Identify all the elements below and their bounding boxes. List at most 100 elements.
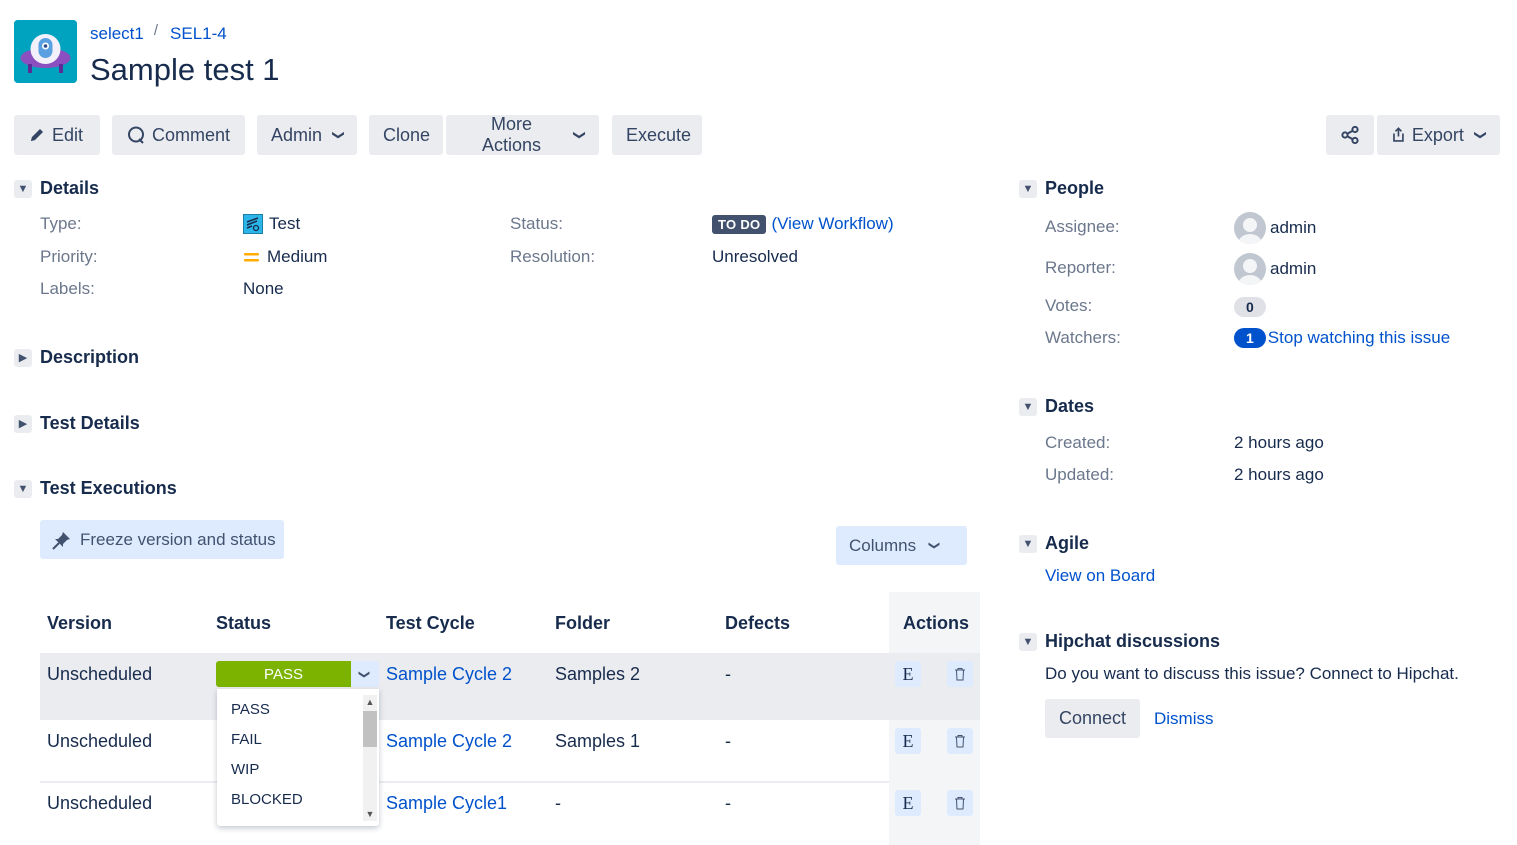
scroll-up-icon[interactable]: ▲ xyxy=(363,695,377,709)
row1-status-value[interactable]: PASS xyxy=(216,661,351,687)
reporter-value[interactable]: admin xyxy=(1234,253,1316,285)
chevron-down-icon[interactable]: ▼ xyxy=(1019,179,1037,198)
comment-label: Comment xyxy=(152,124,231,145)
columns-label: Columns xyxy=(849,535,917,555)
page-title: Sample test 1 xyxy=(90,52,280,87)
row1-status-select[interactable]: PASS ❯ xyxy=(216,661,379,687)
row1-test-cycle-link[interactable]: Sample Cycle 2 xyxy=(386,664,512,685)
status-dropdown-list[interactable]: PASS FAIL WIP BLOCKED ▲ ▼ xyxy=(217,689,379,826)
pencil-icon xyxy=(31,129,43,141)
row2-folder: Samples 1 xyxy=(555,731,641,751)
edit-button[interactable]: Edit xyxy=(14,115,100,155)
status-option-fail[interactable]: FAIL xyxy=(231,731,262,748)
status-option-pass[interactable]: PASS xyxy=(231,701,270,718)
view-on-board-link[interactable]: View on Board xyxy=(1045,566,1155,586)
row1-delete-button[interactable] xyxy=(947,661,973,687)
row1-execute-button[interactable]: E xyxy=(895,661,921,687)
row2-delete-button[interactable] xyxy=(947,728,973,754)
people-heading: People xyxy=(1045,178,1105,198)
project-avatar[interactable] xyxy=(14,20,77,83)
type-text: Test xyxy=(269,214,301,233)
priority-label: Priority: xyxy=(40,247,98,266)
dismiss-link[interactable]: Dismiss xyxy=(1154,709,1214,729)
row1-folder: Samples 2 xyxy=(555,664,641,684)
status-lozenge: TO DO xyxy=(712,214,767,234)
row2-version: Unscheduled xyxy=(47,731,153,751)
breadcrumb-project-link[interactable]: select1 xyxy=(90,24,144,44)
view-workflow-link[interactable]: (View Workflow) xyxy=(771,214,893,234)
dropdown-scrollbar[interactable]: ▲ ▼ xyxy=(363,695,377,821)
ufo-icon xyxy=(14,20,77,83)
hipchat-section-header[interactable]: ▼ Hipchat discussions xyxy=(1019,631,1220,652)
scrollbar-thumb[interactable] xyxy=(363,711,377,747)
resolution-value: Unresolved xyxy=(712,247,798,266)
priority-medium-icon xyxy=(244,253,259,262)
description-heading: Description xyxy=(40,347,140,367)
share-icon xyxy=(1341,125,1359,145)
row1-version: Unscheduled xyxy=(47,664,153,684)
chevron-down-icon: ❯ xyxy=(572,129,587,141)
status-option-blocked[interactable]: BLOCKED xyxy=(231,791,303,808)
chevron-down-icon: ❯ xyxy=(1473,129,1488,141)
resolution-label: Resolution: xyxy=(510,247,596,266)
connect-button[interactable]: Connect xyxy=(1045,699,1140,738)
votes-label: Votes: xyxy=(1045,296,1093,315)
chevron-down-icon[interactable]: ▼ xyxy=(1019,632,1037,651)
test-details-section-header[interactable]: ▶ Test Details xyxy=(14,413,140,434)
status-option-wip[interactable]: WIP xyxy=(231,761,259,778)
reporter-label: Reporter: xyxy=(1045,258,1116,277)
row3-delete-button[interactable] xyxy=(947,790,973,816)
test-executions-section-header[interactable]: ▼ Test Executions xyxy=(14,478,177,499)
votes-badge[interactable]: 0 xyxy=(1234,297,1266,317)
row3-folder: - xyxy=(555,793,561,813)
chevron-right-icon[interactable]: ▶ xyxy=(14,348,32,367)
column-header-defects: Defects xyxy=(725,613,791,633)
stop-watching-link[interactable]: Stop watching this issue xyxy=(1268,328,1450,348)
column-header-test-cycle: Test Cycle xyxy=(386,613,475,633)
clone-button[interactable]: Clone xyxy=(369,115,443,155)
chevron-down-icon: ❯ xyxy=(928,540,941,551)
comment-button[interactable]: Comment xyxy=(112,115,245,155)
export-label: Export xyxy=(1411,124,1464,145)
clone-label: Clone xyxy=(383,124,431,145)
watchers-badge[interactable]: 1 xyxy=(1234,328,1266,348)
priority-text: Medium xyxy=(267,247,328,266)
assignee-value[interactable]: admin xyxy=(1234,212,1316,244)
chevron-down-icon[interactable]: ▼ xyxy=(14,479,32,498)
scroll-down-icon[interactable]: ▼ xyxy=(363,807,377,821)
chevron-down-icon[interactable]: ▼ xyxy=(14,179,32,198)
chevron-down-icon: ❯ xyxy=(332,129,347,141)
columns-dropdown[interactable]: Columns ❯ xyxy=(836,526,967,565)
chevron-down-icon[interactable]: ▼ xyxy=(1019,534,1037,553)
row2-execute-button[interactable]: E xyxy=(895,728,921,754)
execute-button[interactable]: Execute xyxy=(612,115,702,155)
row3-test-cycle-link[interactable]: Sample Cycle1 xyxy=(386,793,507,814)
row2-test-cycle-link[interactable]: Sample Cycle 2 xyxy=(386,731,512,752)
pin-icon xyxy=(52,531,70,550)
labels-label: Labels: xyxy=(40,279,95,298)
more-actions-dropdown[interactable]: More Actions ❯ xyxy=(446,114,599,155)
status-value: TO DO (View Workflow) xyxy=(712,214,894,234)
freeze-label: Freeze version and status xyxy=(80,529,276,549)
details-section-header[interactable]: ▼ Details xyxy=(14,178,99,199)
dates-section-header[interactable]: ▼ Dates xyxy=(1019,396,1094,417)
assignee-name: admin xyxy=(1270,218,1317,237)
row3-execute-button[interactable]: E xyxy=(895,790,921,816)
admin-label: Admin xyxy=(271,124,323,145)
share-button[interactable] xyxy=(1326,115,1374,155)
hipchat-heading: Hipchat discussions xyxy=(1045,631,1221,651)
more-actions-label: More Actions xyxy=(481,114,541,155)
admin-dropdown[interactable]: Admin ❯ xyxy=(257,115,357,155)
freeze-version-status-button[interactable]: Freeze version and status xyxy=(40,520,284,559)
issue-toolbar: Edit Comment Admin ❯ Clone More Actions … xyxy=(14,114,702,155)
people-section-header[interactable]: ▼ People xyxy=(1019,178,1104,199)
chevron-right-icon[interactable]: ▶ xyxy=(14,414,32,433)
breadcrumb-issue-link[interactable]: SEL1-4 xyxy=(170,24,227,44)
chevron-down-icon[interactable]: ▼ xyxy=(1019,397,1037,416)
type-value: Test xyxy=(243,214,300,234)
agile-section-header[interactable]: ▼ Agile xyxy=(1019,533,1089,554)
export-dropdown[interactable]: Export ❯ xyxy=(1377,115,1500,155)
toolbar-right: Export ❯ xyxy=(1326,115,1500,155)
description-section-header[interactable]: ▶ Description xyxy=(14,347,139,368)
chevron-down-icon[interactable]: ❯ xyxy=(351,661,379,687)
